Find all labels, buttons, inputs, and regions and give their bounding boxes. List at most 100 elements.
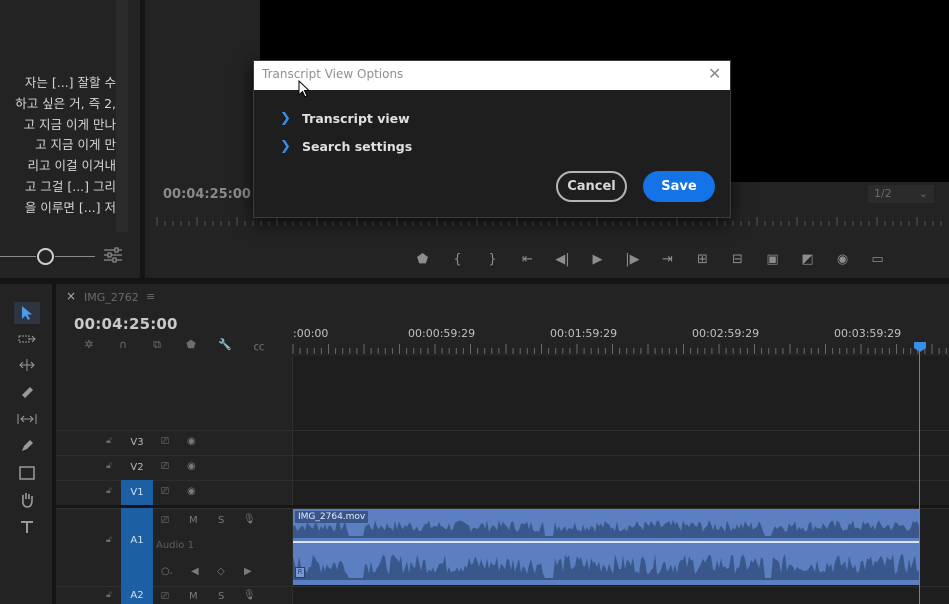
chevron-right-icon[interactable]: ❯: [280, 111, 302, 126]
rectangle-tool-icon[interactable]: [14, 462, 40, 484]
next-keyframe-icon[interactable]: ▶: [244, 566, 252, 577]
track-name-v1[interactable]: V1: [121, 480, 153, 505]
add-marker-icon[interactable]: ⬟: [174, 338, 208, 354]
slip-tool-icon[interactable]: [14, 408, 40, 430]
sequence-timecode[interactable]: 00:04:25:00: [74, 315, 178, 333]
selection-tool-icon[interactable]: [14, 302, 40, 324]
linked-selection-icon[interactable]: ⧉: [140, 338, 174, 354]
add-keyframe-icon[interactable]: ◇: [217, 566, 225, 577]
ruler-ticks: [292, 344, 947, 354]
export-frame-icon[interactable]: ◉: [825, 248, 860, 270]
settings-sliders-icon[interactable]: [103, 246, 123, 267]
solo-button[interactable]: S: [218, 515, 224, 526]
razor-tool-icon[interactable]: [14, 381, 40, 403]
pen-tool-icon[interactable]: [14, 435, 40, 457]
mouse-cursor-icon: [298, 80, 310, 98]
save-button[interactable]: Save: [643, 171, 715, 202]
in-point-icon[interactable]: {: [440, 248, 475, 270]
waveform-channel: [293, 554, 919, 580]
eye-icon[interactable]: ◉: [187, 436, 196, 447]
mute-button[interactable]: M: [189, 515, 198, 526]
track-name-a1[interactable]: A1: [121, 508, 153, 586]
dialog-title: Transcript View Options: [262, 67, 404, 81]
lock-icon[interactable]: 🔓︎: [106, 590, 112, 600]
ruler-label: 00:03:59:29: [834, 327, 902, 340]
ruler-label: 00:01:59:29: [550, 327, 618, 340]
hand-tool-icon[interactable]: [14, 489, 40, 511]
section-label[interactable]: Search settings: [302, 139, 412, 154]
out-point-icon[interactable]: }: [475, 248, 510, 270]
lift-icon[interactable]: ⊞: [685, 248, 720, 270]
transcript-line[interactable]: 리고 이걸 이겨내: [0, 156, 116, 177]
fx-badge[interactable]: R: [295, 567, 305, 578]
overwrite-icon[interactable]: ◩: [790, 248, 825, 270]
solo-button[interactable]: S: [218, 591, 224, 602]
transcript-text[interactable]: 자는 [...] 잘할 수 하고 싶은 거, 즉 2, 고 지금 이게 만나 고…: [0, 73, 116, 219]
extract-icon[interactable]: ⊟: [720, 248, 755, 270]
close-icon[interactable]: ✕: [708, 66, 721, 82]
lock-icon[interactable]: 🔓︎: [106, 486, 112, 496]
track-name-v2[interactable]: V2: [121, 455, 153, 480]
wrench-icon[interactable]: 🔧: [208, 338, 242, 354]
transcript-line[interactable]: 고 지금 이게 만나: [0, 115, 116, 136]
clip-border: [293, 585, 919, 586]
monitor-timecode[interactable]: 00:04:25:00: [163, 187, 251, 202]
cancel-button[interactable]: Cancel: [556, 171, 627, 202]
section-search-settings[interactable]: ❯ Search settings: [280, 139, 412, 154]
zoom-slider-knob[interactable]: [37, 248, 54, 265]
ruler-label: :00:00: [293, 327, 329, 340]
sync-lock-icon[interactable]: ⎚: [161, 436, 169, 447]
track-select-tool-icon[interactable]: [14, 328, 40, 350]
go-to-out-icon[interactable]: ⇥: [650, 248, 685, 270]
type-tool-icon[interactable]: [14, 516, 40, 538]
go-to-in-icon[interactable]: ⇤: [510, 248, 545, 270]
nest-icon[interactable]: ✲: [72, 338, 106, 354]
zoom-slider-track[interactable]: [55, 256, 95, 257]
lock-icon[interactable]: 🔓︎: [106, 535, 112, 545]
clip-name: IMG_2764.mov: [295, 511, 369, 523]
keyframe-options-icon[interactable]: ○.: [161, 566, 173, 577]
lock-icon[interactable]: 🔓︎: [106, 461, 112, 471]
section-transcript-view[interactable]: ❯ Transcript view: [280, 111, 410, 126]
transcript-line[interactable]: 을 이루면 [...] 저: [0, 198, 116, 219]
transcript-line[interactable]: 자는 [...] 잘할 수: [0, 73, 116, 94]
microphone-icon[interactable]: 🎙︎: [243, 514, 256, 525]
insert-icon[interactable]: ▣: [755, 248, 790, 270]
panel-menu-icon[interactable]: ≡: [146, 290, 155, 303]
marker-icon[interactable]: ⬟: [405, 248, 440, 270]
transcript-scrollbar[interactable]: [116, 0, 128, 232]
track-name-v3[interactable]: V3: [121, 430, 153, 455]
volume-line[interactable]: [293, 541, 919, 543]
sync-lock-icon[interactable]: ⎚: [161, 591, 169, 602]
audio-waveform: [293, 520, 919, 580]
safe-margins-icon[interactable]: ▭: [860, 248, 895, 270]
step-back-icon[interactable]: ◀|: [545, 248, 580, 270]
zoom-slider-track[interactable]: [0, 256, 36, 257]
ripple-edit-tool-icon[interactable]: [14, 354, 40, 376]
mute-button[interactable]: M: [189, 591, 198, 602]
section-label[interactable]: Transcript view: [302, 111, 410, 126]
transcript-line[interactable]: 고 그걸 [...] 그리: [0, 177, 116, 198]
ruler-label: 00:00:59:29: [408, 327, 476, 340]
step-forward-icon[interactable]: |▶: [615, 248, 650, 270]
transcript-line[interactable]: 하고 싶은 거, 즉 2,: [0, 94, 116, 115]
microphone-icon[interactable]: 🎙︎: [243, 590, 256, 601]
snap-icon[interactable]: ∩: [106, 338, 140, 354]
close-tab-icon[interactable]: ×: [66, 289, 76, 303]
lock-icon[interactable]: 🔓︎: [106, 436, 112, 446]
transcript-line[interactable]: 고 지금 이게 만: [0, 135, 116, 156]
captions-icon[interactable]: ㏄: [242, 338, 276, 354]
play-icon[interactable]: ▶: [580, 248, 615, 270]
sync-lock-icon[interactable]: ⎚: [161, 486, 169, 497]
eye-icon[interactable]: ◉: [187, 486, 196, 497]
resolution-select[interactable]: 1/2 ⌄: [868, 185, 934, 203]
chevron-right-icon[interactable]: ❯: [280, 139, 302, 154]
resolution-value: 1/2: [874, 187, 892, 200]
playhead-line[interactable]: [919, 346, 920, 604]
track-name-a2[interactable]: A2: [121, 586, 153, 604]
sync-lock-icon[interactable]: ⎚: [161, 461, 169, 472]
prev-keyframe-icon[interactable]: ◀: [191, 566, 199, 577]
eye-icon[interactable]: ◉: [187, 461, 196, 472]
sync-lock-icon[interactable]: ⎚: [161, 515, 169, 526]
sequence-tab[interactable]: IMG_2762: [84, 291, 139, 304]
